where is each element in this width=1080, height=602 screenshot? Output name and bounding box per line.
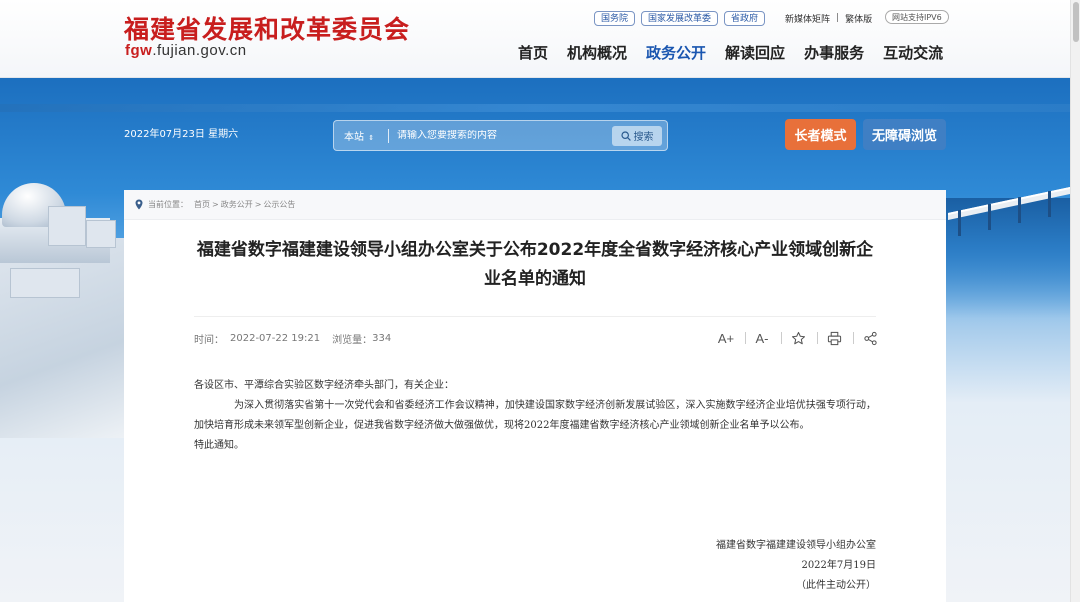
link-provincial-gov[interactable]: 省政府 <box>724 10 766 26</box>
font-increase-button[interactable]: A+ <box>717 329 735 347</box>
star-icon <box>791 331 805 344</box>
printer-icon <box>827 331 841 345</box>
signature-date: 2022年7月19日 <box>801 560 876 571</box>
breadcrumb-label: 当前位置： <box>148 200 188 209</box>
favorite-button[interactable] <box>789 329 807 347</box>
location-pin-icon <box>135 199 143 210</box>
search-icon <box>620 130 631 141</box>
article-body: 各设区市、平潭综合实验区数字经济牵头部门，有关企业： 为深入贯彻落实省第十一次党… <box>194 376 876 456</box>
site-title[interactable]: 福建省发展和改革委员会 <box>124 10 410 46</box>
top-links: 国务院 国家发展改革委 省政府 新媒体矩阵 | 繁体版 <box>594 10 872 26</box>
building-block <box>48 206 86 246</box>
view-count: 334 <box>372 333 392 344</box>
building-block <box>86 220 116 248</box>
updown-arrow-icon: ⇕ <box>366 134 375 142</box>
bridge-pillar <box>1018 197 1021 223</box>
print-button[interactable] <box>825 329 843 347</box>
share-button[interactable] <box>861 329 879 347</box>
font-increase-icon: A+ <box>717 330 735 346</box>
article-paragraph: 为深入贯彻落实省第十一次党代会和省委经济工作会议精神，加快建设国家数字经济创新发… <box>194 400 876 431</box>
page-scrollbar[interactable] <box>1070 0 1080 602</box>
tool-separator <box>853 332 854 344</box>
bridge-deck <box>948 187 1070 220</box>
tool-separator <box>745 332 746 344</box>
breadcrumb-notices[interactable]: 公示公告 <box>263 199 295 210</box>
signature-note: （此件主动公开） <box>796 580 876 591</box>
sea-horizon <box>0 104 1070 112</box>
nav-interpretation[interactable]: 解读回应 <box>725 42 785 63</box>
bridge-pillar <box>958 210 961 236</box>
nav-services[interactable]: 办事服务 <box>804 42 864 63</box>
domain-prefix: fgw <box>125 42 153 59</box>
share-icon <box>863 331 877 345</box>
views-label: 浏览量： <box>332 335 373 346</box>
search-scope-label: 本站 <box>344 132 364 143</box>
nav-gov-affairs[interactable]: 政务公开 <box>646 42 706 63</box>
article-signature: 福建省数字福建建设领导小组办公室 2022年7月19日 （此件主动公开） <box>716 536 876 596</box>
signature-org: 福建省数字福建建设领导小组办公室 <box>716 540 876 551</box>
font-decrease-icon: A- <box>755 330 769 346</box>
title-divider <box>194 316 876 317</box>
nav-interaction[interactable]: 互动交流 <box>883 42 943 63</box>
site-search: 本站 ⇕ 搜索 <box>333 120 668 151</box>
search-scope-select[interactable]: 本站 ⇕ <box>344 128 382 143</box>
publish-time: 2022-07-22 19:21 <box>230 333 321 344</box>
bridge-pillar <box>1048 191 1051 217</box>
bridge-pillar <box>988 204 991 230</box>
elder-mode-button[interactable]: 长者模式 <box>785 119 856 150</box>
site-domain: fgw.fujian.gov.cn <box>125 42 247 59</box>
search-button[interactable]: 搜索 <box>612 125 662 146</box>
search-input[interactable] <box>397 130 612 141</box>
tool-separator <box>781 332 782 344</box>
link-traditional[interactable]: 繁体版 <box>845 12 872 25</box>
building-block <box>10 268 80 298</box>
domain-suffix: .fujian.gov.cn <box>152 42 247 59</box>
current-date: 2022年07月23日 星期六 <box>124 129 239 140</box>
accessible-browse-button[interactable]: 无障碍浏览 <box>863 119 946 150</box>
link-new-media[interactable]: 新媒体矩阵 <box>785 12 830 25</box>
article-salutation: 各设区市、平潭综合实验区数字经济牵头部门，有关企业： <box>194 380 454 391</box>
site-header: 福建省发展和改革委员会 fgw.fujian.gov.cn 国务院 国家发展改革… <box>0 0 1070 78</box>
sea-bridge <box>948 178 1070 238</box>
article-meta: 时间： 2022-07-22 19:21 浏览量： 334 <box>194 331 391 346</box>
breadcrumb-home[interactable]: 首页 <box>194 199 210 210</box>
article-title: 福建省数字福建建设领导小组办公室关于公布2022年度全省数字经济核心产业领域创新… <box>196 240 874 289</box>
breadcrumb-sep: > <box>212 200 219 209</box>
article-closing: 特此通知。 <box>194 440 244 451</box>
scrollbar-thumb[interactable] <box>1073 2 1079 42</box>
search-button-label: 搜索 <box>633 132 654 143</box>
font-decrease-button[interactable]: A- <box>753 329 771 347</box>
top-separator: | <box>836 13 840 23</box>
link-ndrc[interactable]: 国家发展改革委 <box>641 10 719 26</box>
breadcrumb-sep: > <box>254 200 262 209</box>
article-card: 当前位置： 首页 > 政务公开 > 公示公告 福建省数字福建建设领导小组办公室关… <box>124 190 946 602</box>
search-divider <box>388 128 389 143</box>
nav-home[interactable]: 首页 <box>518 42 548 63</box>
breadcrumb: 当前位置： 首页 > 政务公开 > 公示公告 <box>124 190 946 220</box>
breadcrumb-gov-affairs[interactable]: 政务公开 <box>221 199 253 210</box>
time-label: 时间： <box>194 335 224 346</box>
article-tools: A+ A- <box>717 329 889 347</box>
ipv6-badge: 网站支持IPV6 <box>885 10 949 24</box>
main-nav: 首页 机构概况 政务公开 解读回应 办事服务 互动交流 <box>518 42 962 63</box>
tool-separator <box>817 332 818 344</box>
link-state-council[interactable]: 国务院 <box>594 10 636 26</box>
nav-about[interactable]: 机构概况 <box>567 42 627 63</box>
